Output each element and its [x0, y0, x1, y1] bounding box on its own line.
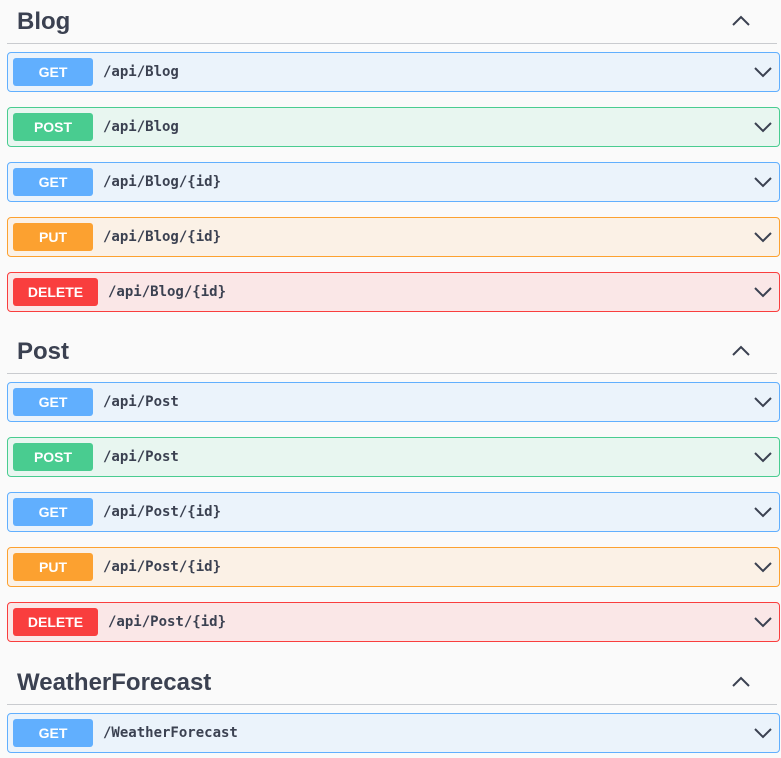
operation-get-api-post-id[interactable]: GET /api/Post/{id} — [7, 492, 780, 532]
chevron-down-icon[interactable] — [753, 283, 773, 301]
operation-path: /api/Blog/{id} — [108, 284, 227, 300]
chevron-down-icon[interactable] — [753, 724, 773, 742]
operation-path: /api/Blog — [103, 64, 179, 80]
tag-title: Blog — [17, 8, 71, 35]
operation-path: /api/Blog/{id} — [103, 229, 222, 245]
chevron-down-icon[interactable] — [753, 503, 773, 521]
operation-path: /api/Post/{id} — [103, 559, 222, 575]
tag-section-post: Post GET /api/Post POST /api/Post GET /a… — [0, 330, 781, 642]
operation-path: /api/Post/{id} — [103, 504, 222, 520]
operation-path: /api/Blog — [103, 119, 179, 135]
chevron-down-icon[interactable] — [753, 173, 773, 191]
operation-path: /api/Post — [103, 394, 179, 410]
operation-path: /api/Post — [103, 449, 179, 465]
method-badge: GET — [13, 388, 93, 416]
tag-header-weatherforecast[interactable]: WeatherForecast — [7, 661, 777, 705]
method-badge: POST — [13, 443, 93, 471]
operation-put-api-post-id[interactable]: PUT /api/Post/{id} — [7, 547, 780, 587]
operation-delete-api-blog-id[interactable]: DELETE /api/Blog/{id} — [7, 272, 780, 312]
operation-path: /WeatherForecast — [103, 725, 238, 741]
chevron-up-icon[interactable] — [731, 673, 751, 691]
method-badge: GET — [13, 498, 93, 526]
tag-header-post[interactable]: Post — [7, 330, 777, 374]
chevron-up-icon[interactable] — [731, 342, 751, 360]
method-badge: GET — [13, 719, 93, 747]
operation-get-weatherforecast[interactable]: GET /WeatherForecast — [7, 713, 780, 753]
operation-delete-api-post-id[interactable]: DELETE /api/Post/{id} — [7, 602, 780, 642]
chevron-down-icon[interactable] — [753, 118, 773, 136]
operation-path: /api/Blog/{id} — [103, 174, 222, 190]
operation-post-api-post[interactable]: POST /api/Post — [7, 437, 780, 477]
tag-header-blog[interactable]: Blog — [7, 0, 777, 44]
method-badge: GET — [13, 58, 93, 86]
method-badge: POST — [13, 113, 93, 141]
operation-post-api-blog[interactable]: POST /api/Blog — [7, 107, 780, 147]
method-badge: DELETE — [13, 608, 98, 636]
chevron-down-icon[interactable] — [753, 228, 773, 246]
tag-section-weatherforecast: WeatherForecast GET /WeatherForecast — [0, 661, 781, 753]
operation-get-api-post[interactable]: GET /api/Post — [7, 382, 780, 422]
chevron-down-icon[interactable] — [753, 558, 773, 576]
operation-get-api-blog[interactable]: GET /api/Blog — [7, 52, 780, 92]
operation-path: /api/Post/{id} — [108, 614, 227, 630]
swagger-operations-page: Blog GET /api/Blog POST /api/Blog GET /a… — [0, 0, 781, 758]
method-badge: DELETE — [13, 278, 98, 306]
chevron-down-icon[interactable] — [753, 393, 773, 411]
chevron-down-icon[interactable] — [753, 63, 773, 81]
chevron-down-icon[interactable] — [753, 613, 773, 631]
tag-title: WeatherForecast — [17, 669, 212, 696]
tag-title: Post — [17, 338, 70, 365]
operation-get-api-blog-id[interactable]: GET /api/Blog/{id} — [7, 162, 780, 202]
method-badge: PUT — [13, 553, 93, 581]
method-badge: GET — [13, 168, 93, 196]
operation-put-api-blog-id[interactable]: PUT /api/Blog/{id} — [7, 217, 780, 257]
chevron-up-icon[interactable] — [731, 12, 751, 30]
method-badge: PUT — [13, 223, 93, 251]
chevron-down-icon[interactable] — [753, 448, 773, 466]
tag-section-blog: Blog GET /api/Blog POST /api/Blog GET /a… — [0, 0, 781, 312]
